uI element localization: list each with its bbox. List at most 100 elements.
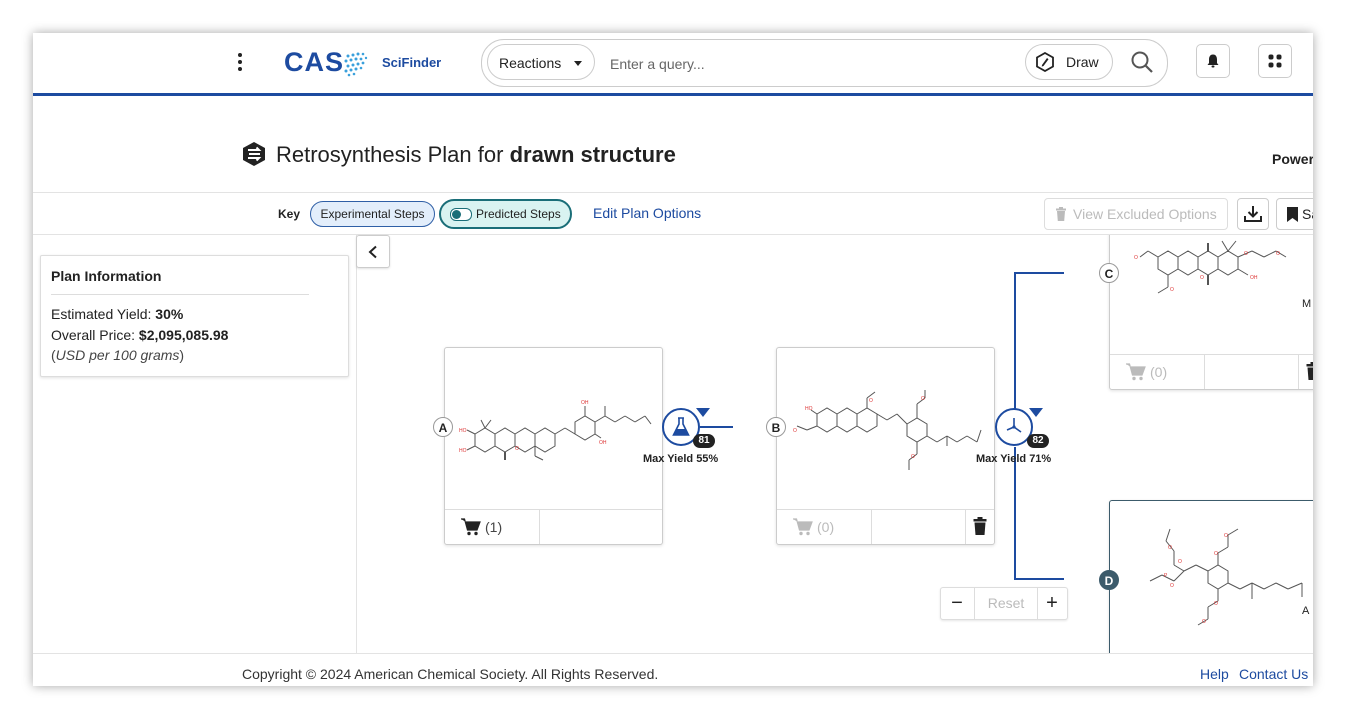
svg-text:O: O [1224,533,1228,539]
svg-text:O: O [1134,255,1138,261]
save-label: Sa [1302,206,1313,222]
download-icon [1244,206,1262,222]
predicted-steps-label: Predicted Steps [476,207,561,221]
molecule-card-b[interactable]: HO O O O O (0) [776,347,995,545]
save-plan-button[interactable]: Sa [1276,198,1313,230]
svg-text:O: O [1170,287,1174,293]
molecule-structure-c: O O O O O OH [1134,240,1287,294]
reaction-menu-caret-icon[interactable] [696,408,710,417]
toggle-switch-icon [450,208,472,221]
draw-pencil-icon [1036,52,1054,72]
price-unit: USD per 100 grams [55,347,180,363]
trash-icon[interactable] [973,517,987,535]
molecule-card-c[interactable]: O O O O O OH (0) [1109,235,1313,390]
price-label: Overall Price: [51,327,136,343]
node-label-d[interactable]: D [1099,570,1119,590]
plan-info-heading: Plan Information [51,268,162,284]
shopping-cart-icon [1126,363,1146,381]
download-button[interactable] [1237,198,1269,230]
svg-text:O: O [1170,583,1174,589]
view-excluded-options-button[interactable]: View Excluded Options [1044,198,1228,230]
scifinder-logo-text: SciFinder [382,55,442,70]
estimated-yield-row: Estimated Yield: 30% [51,306,183,322]
reaction-score-badge: 81 [693,434,715,448]
key-label: Key [278,207,301,221]
plan-sidebar: Plan Information Estimated Yield: 30% Ov… [33,235,357,655]
title-bold: Retrosynthesis Plan [276,142,472,167]
zoom-controls: − Reset + [940,587,1068,620]
search-input[interactable] [608,50,1012,78]
node-label-c[interactable]: C [1099,263,1119,283]
divider [965,510,966,544]
zoom-in-button[interactable]: + [1036,588,1068,619]
svg-text:OH: OH [1250,275,1258,281]
shopping-cart-icon [461,518,481,536]
cas-logo[interactable]: CAS [284,47,344,78]
zoom-out-button[interactable]: − [941,588,973,619]
top-header: CAS SciFinder Reactions Draw [33,33,1313,96]
reaction-max-yield: Max Yield 55% [643,453,719,465]
notifications-button[interactable] [1196,44,1230,78]
divider [1298,355,1299,389]
node-label-a[interactable]: A [433,417,453,437]
svg-text:O: O [793,428,797,434]
node-label-b[interactable]: B [766,417,786,437]
experimental-steps-pill[interactable]: Experimental Steps [310,201,435,227]
caret-down-icon [574,61,582,66]
molecule-structure-b: HO O O O O [793,390,982,470]
molecule-card-a[interactable]: HO HO OH OH O (1) [444,347,663,545]
divider [1204,355,1205,389]
edge-hint-c: M [1302,298,1312,310]
divider [539,510,540,544]
svg-text:O: O [1168,545,1172,551]
copyright-text: Copyright © 2024 American Chemical Socie… [242,666,659,682]
molecule-card-d[interactable]: POOOOOOO [1109,500,1313,655]
svg-text:OH: OH [599,440,607,446]
search-type-select[interactable]: Reactions [487,44,595,80]
bookmark-icon [1287,207,1298,222]
yield-label: Estimated Yield: [51,306,152,322]
help-link[interactable]: Help [1200,666,1229,682]
divider [51,294,309,295]
contact-us-link[interactable]: Contact Us [1239,666,1308,682]
kebab-menu-icon[interactable] [229,51,251,75]
edit-plan-options-link[interactable]: Edit Plan Options [593,205,701,221]
svg-text:HO: HO [805,406,813,412]
search-icon[interactable] [1130,50,1154,74]
app-window: CAS SciFinder Reactions Draw [33,33,1313,686]
apps-button[interactable] [1258,44,1292,78]
page-footer: Copyright © 2024 American Chemical Socie… [33,653,1313,686]
trash-icon[interactable] [1306,362,1313,380]
reaction-max-yield: Max Yield 71% [976,453,1052,465]
yield-value: 30% [155,306,184,322]
svg-text:HO: HO [459,428,467,434]
divider [33,192,1313,193]
reaction-menu-caret-icon[interactable] [1029,408,1043,417]
svg-text:O: O [1276,251,1280,257]
title-tail: drawn structure [509,142,676,167]
price-note: (USD per 100 grams) [51,347,184,363]
flask-icon [672,417,690,436]
card-footer: (0) [777,509,994,544]
svg-text:O: O [911,454,915,460]
edge-hint-d: A [1302,605,1310,617]
svg-text:O: O [869,398,873,404]
page-title: Retrosynthesis Plan for drawn structure [276,142,676,168]
overall-price-row: Overall Price: $2,095,085.98 [51,327,228,343]
powered-by-label: Power [1272,151,1313,167]
cart-count: (0) [817,519,835,535]
draw-button[interactable]: Draw [1025,44,1113,80]
svg-text:O: O [1214,601,1218,607]
svg-text:O: O [1214,551,1218,557]
cas-logo-mark-icon [344,52,368,77]
svg-text:O: O [1244,251,1248,257]
svg-text:HO: HO [459,448,467,454]
view-excluded-label: View Excluded Options [1073,206,1217,222]
retrosynthesis-icon [243,142,265,166]
retrosynthesis-tree-canvas[interactable]: HO HO OH OH O (1) A 81 Max Yield 55% HO … [357,235,1313,655]
molecule-structure-d: POOOOOOO [1149,528,1303,626]
paren-close: ) [179,347,185,363]
predicted-steps-toggle[interactable]: Predicted Steps [439,199,572,229]
zoom-reset-button[interactable]: Reset [974,588,1038,619]
card-footer: (0) [1110,354,1313,389]
